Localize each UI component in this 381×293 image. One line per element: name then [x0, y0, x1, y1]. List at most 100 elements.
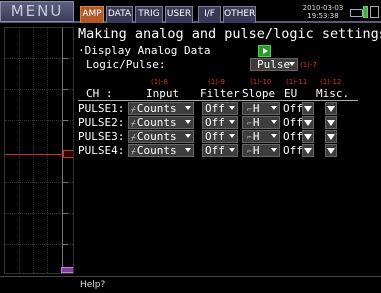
- eu-value: Off: [283, 116, 303, 129]
- eu-select[interactable]: [302, 130, 314, 143]
- scale-tick: [62, 213, 68, 214]
- row-ch-label: PULSE4:: [78, 144, 125, 157]
- eu-select[interactable]: [302, 116, 314, 129]
- signal-trace: [5, 154, 63, 155]
- input-select[interactable]: ⌿Counts: [128, 130, 194, 143]
- date-text: 2010-03-03: [302, 4, 344, 12]
- grid-line: [19, 28, 20, 273]
- filter-value: Off: [205, 144, 225, 157]
- row-ch-label: PULSE1:: [78, 102, 125, 115]
- input-select[interactable]: ⌿Counts: [128, 102, 194, 115]
- slope-select[interactable]: ⌐H: [242, 130, 280, 143]
- ref-label: (1)-12: [320, 78, 342, 86]
- rising-edge-icon: ⌐: [247, 105, 252, 114]
- page-title: Making analog and pulse/logic settings: [78, 26, 381, 42]
- chevron-down-icon: [271, 120, 277, 124]
- logic-pulse-value: Pulse: [257, 58, 291, 71]
- input-type-icon: ⌿: [131, 119, 136, 128]
- settings-panel: Making analog and pulse/logic settings ·…: [76, 24, 381, 276]
- chevron-down-icon: [271, 148, 277, 152]
- misc-select[interactable]: [325, 144, 337, 157]
- misc-select[interactable]: [325, 116, 337, 129]
- input-value: Counts: [136, 130, 177, 143]
- ref-label: (1)-7: [300, 61, 317, 69]
- battery-icon: [363, 6, 368, 18]
- waveform-monitor: [4, 27, 74, 274]
- tab-user[interactable]: USER: [165, 6, 193, 23]
- row-ch-label: PULSE3:: [78, 130, 125, 143]
- header-misc: Misc.: [316, 87, 350, 100]
- channel-marker[interactable]: [63, 150, 73, 158]
- chevron-down-icon: [229, 134, 235, 138]
- header-ch: CH :: [86, 87, 113, 100]
- filter-select[interactable]: Off: [202, 116, 238, 129]
- filter-select[interactable]: Off: [202, 144, 238, 157]
- slope-select[interactable]: ⌐H: [242, 144, 280, 157]
- memory-card-icon: [350, 9, 363, 17]
- chevron-down-icon: [271, 134, 277, 138]
- tab-other[interactable]: OTHER: [223, 6, 256, 23]
- tab-if[interactable]: I/F: [198, 6, 221, 23]
- eu-value: Off: [283, 144, 303, 157]
- eu-select[interactable]: [302, 102, 314, 115]
- display-analog-play-button[interactable]: [258, 45, 271, 57]
- header-divider: [78, 100, 358, 101]
- input-value: Counts: [136, 102, 177, 115]
- storage-icon: [370, 6, 379, 18]
- trigger-marker[interactable]: [61, 267, 73, 273]
- status-bar: Help?: [0, 276, 381, 293]
- header-eu: EU: [284, 87, 298, 100]
- chevron-down-icon: [327, 148, 335, 154]
- input-type-icon: ⌿: [131, 105, 136, 114]
- chevron-down-icon: [229, 106, 235, 110]
- slope-value: H: [252, 116, 260, 129]
- time-text: 19:53:38: [307, 12, 339, 20]
- chevron-down-icon: [304, 106, 312, 112]
- filter-value: Off: [205, 130, 225, 143]
- filter-select[interactable]: Off: [202, 130, 238, 143]
- top-bar: MENU AMP DATA TRIG USER I/F OTHER 2010-0…: [0, 0, 381, 23]
- chevron-down-icon: [304, 120, 312, 126]
- chevron-down-icon: [327, 106, 335, 112]
- chevron-down-icon: [185, 120, 191, 124]
- chevron-down-icon: [185, 148, 191, 152]
- tab-data[interactable]: DATA: [106, 6, 133, 23]
- ref-label: (1)-11: [286, 78, 308, 86]
- scale-tick: [62, 120, 68, 121]
- scale-tick: [62, 89, 68, 90]
- chevron-down-icon: [185, 134, 191, 138]
- scale-tick: [62, 244, 68, 245]
- grid-line: [33, 28, 34, 273]
- chevron-down-icon: [229, 120, 235, 124]
- help-text[interactable]: Help?: [80, 280, 105, 290]
- row-ch-label: PULSE2:: [78, 116, 125, 129]
- tab-amp[interactable]: AMP: [80, 6, 104, 23]
- slope-select[interactable]: ⌐H: [242, 116, 280, 129]
- input-select[interactable]: ⌿Counts: [128, 116, 194, 129]
- scale-tick: [62, 58, 68, 59]
- eu-value: Off: [283, 130, 303, 143]
- logic-pulse-select[interactable]: Pulse: [250, 58, 298, 71]
- slope-select[interactable]: ⌐H: [242, 102, 280, 115]
- tab-trig[interactable]: TRIG: [135, 6, 163, 23]
- chevron-down-icon: [304, 134, 312, 140]
- chevron-down-icon: [229, 148, 235, 152]
- grid-line: [47, 28, 48, 273]
- input-select[interactable]: ⌿Counts: [128, 144, 194, 157]
- rising-edge-icon: ⌐: [247, 119, 252, 128]
- chevron-down-icon: [327, 120, 335, 126]
- misc-select[interactable]: [325, 102, 337, 115]
- filter-select[interactable]: Off: [202, 102, 238, 115]
- header-slope: Slope: [242, 87, 276, 100]
- slope-value: H: [252, 130, 260, 143]
- eu-select[interactable]: [302, 144, 314, 157]
- slope-value: H: [252, 144, 260, 157]
- scale-tick: [62, 182, 68, 183]
- ref-label: (1)-9: [208, 78, 225, 86]
- input-value: Counts: [136, 116, 177, 129]
- header-filter: Filter: [200, 87, 240, 100]
- misc-select[interactable]: [325, 130, 337, 143]
- header-input: Input: [146, 87, 180, 100]
- chevron-down-icon: [304, 148, 312, 154]
- menu-button[interactable]: MENU: [0, 1, 74, 22]
